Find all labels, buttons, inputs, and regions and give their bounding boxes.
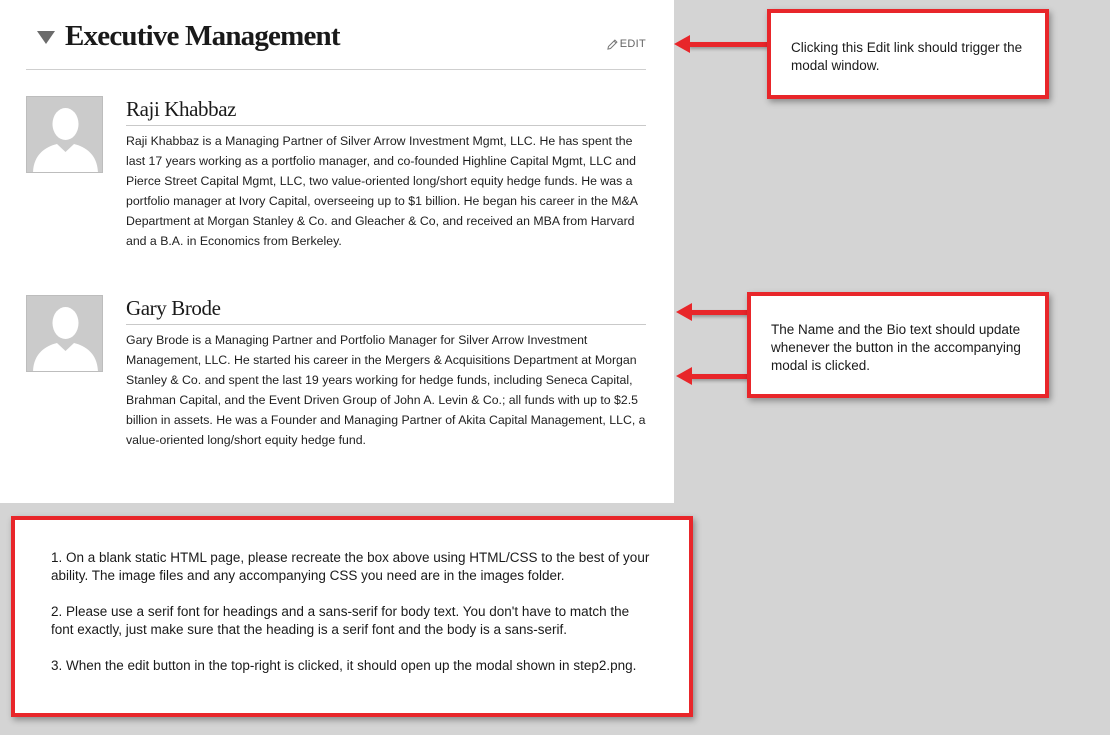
person-name: Gary Brode bbox=[126, 295, 646, 325]
person-bio: Raji Khabbaz is a Managing Partner of Si… bbox=[126, 134, 638, 248]
person-bio: Gary Brode is a Managing Partner and Por… bbox=[126, 333, 646, 447]
instruction-item: 1. On a blank static HTML page, please r… bbox=[51, 550, 650, 583]
arrow-to-name bbox=[676, 303, 748, 321]
arrow-to-edit bbox=[674, 35, 768, 53]
section-title: Executive Management bbox=[65, 20, 341, 52]
instruction-item: 2. Please use a serif font for headings … bbox=[51, 604, 630, 637]
callout-edit-note: Clicking this Edit link should trigger t… bbox=[767, 9, 1049, 99]
person-silhouette-icon bbox=[27, 97, 102, 172]
callout-name-bio-note: The Name and the Bio text should update … bbox=[747, 292, 1049, 398]
executive-management-panel: Executive Management EDIT Raji Khabbaz R… bbox=[0, 0, 674, 503]
arrow-to-bio bbox=[676, 367, 748, 385]
person-silhouette-icon bbox=[27, 296, 102, 371]
section-header: Executive Management EDIT bbox=[26, 18, 646, 70]
edit-label: EDIT bbox=[619, 38, 646, 50]
avatar bbox=[26, 96, 103, 173]
callout-text: Clicking this Edit link should trigger t… bbox=[791, 40, 1023, 73]
instruction-item: 3. When the edit button in the top-right… bbox=[51, 658, 637, 673]
person-name: Raji Khabbaz bbox=[126, 96, 646, 126]
callout-instructions: 1. On a blank static HTML page, please r… bbox=[11, 516, 693, 717]
pencil-icon bbox=[606, 38, 618, 50]
edit-link[interactable]: EDIT bbox=[606, 38, 646, 50]
collapse-triangle-icon[interactable] bbox=[37, 31, 55, 44]
avatar bbox=[26, 295, 103, 372]
callout-text: The Name and the Bio text should update … bbox=[771, 322, 1021, 373]
